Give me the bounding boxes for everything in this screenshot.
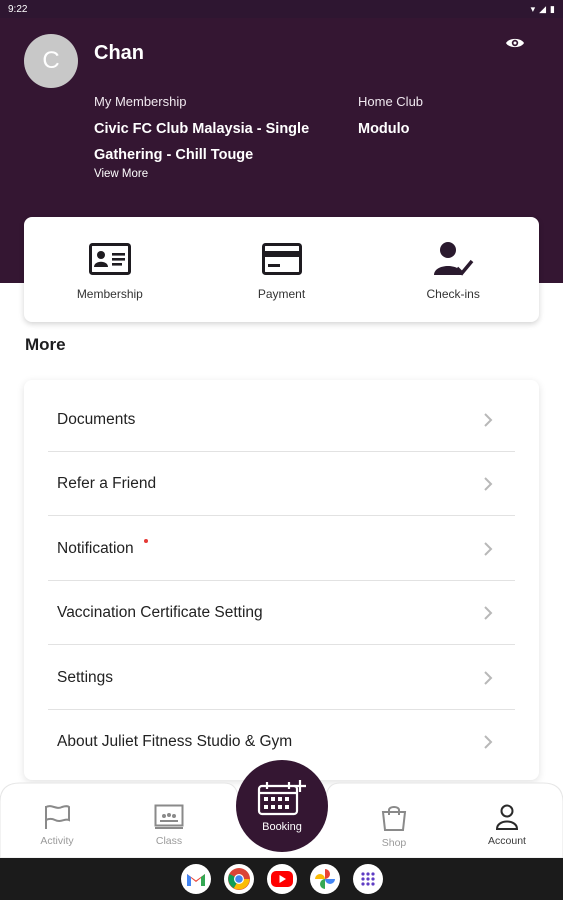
nav-activity[interactable]: Activity <box>22 804 92 847</box>
class-board-icon <box>154 804 184 829</box>
more-list-card: Documents Refer a Friend Notification Va… <box>24 380 539 780</box>
status-bar: 9:22 ▾ ◢ ▮ <box>0 0 563 18</box>
booking-button[interactable]: Booking <box>236 760 328 852</box>
gmail-icon[interactable] <box>180 864 211 894</box>
person-icon <box>495 804 519 830</box>
row-label: About Juliet Fitness Studio & Gym <box>57 733 293 750</box>
membership-label: My Membership <box>94 94 187 109</box>
more-section-title: More <box>25 335 66 354</box>
booking-label: Booking <box>262 821 302 833</box>
check-ins-label: Check-ins <box>426 287 480 301</box>
user-name: Chan <box>94 42 144 64</box>
chevron-right-icon <box>484 413 493 427</box>
notification-dot-icon <box>143 539 148 543</box>
documents-row[interactable]: Documents <box>48 388 515 452</box>
nav-label: Class <box>155 835 183 847</box>
refer-a-friend-row[interactable]: Refer a Friend <box>48 452 515 516</box>
nav-account[interactable]: Account <box>472 804 542 847</box>
nav-label: Account <box>488 835 526 847</box>
row-label: Refer a Friend <box>57 475 157 492</box>
youtube-icon[interactable] <box>266 864 297 894</box>
app-drawer-icon[interactable] <box>352 864 383 894</box>
row-label: Settings <box>57 669 114 686</box>
battery-icon: ▮ <box>550 3 555 14</box>
membership-value: Civic FC Club Malaysia - Single Gatherin… <box>94 121 310 163</box>
row-label: Notification <box>57 540 134 557</box>
system-taskbar <box>0 858 563 900</box>
chevron-right-icon <box>484 477 493 491</box>
membership-button[interactable]: Membership <box>24 217 196 322</box>
avatar[interactable]: C <box>24 34 78 88</box>
person-check-icon <box>434 242 474 276</box>
row-label: Vaccination Certificate Setting <box>57 604 263 621</box>
wifi-icon: ▾ <box>530 3 536 14</box>
chrome-icon[interactable] <box>223 864 254 894</box>
check-ins-button[interactable]: Check-ins <box>367 217 539 322</box>
settings-row[interactable]: Settings <box>48 646 515 710</box>
nav-label: Shop <box>381 837 407 849</box>
chevron-right-icon <box>484 606 493 620</box>
signal-icon: ◢ <box>539 3 547 14</box>
chevron-right-icon <box>484 735 493 749</box>
nav-label: Activity <box>40 835 74 847</box>
status-time: 9:22 <box>8 3 28 15</box>
membership-label: Membership <box>76 287 143 301</box>
chevron-right-icon <box>484 542 493 556</box>
quick-actions-card: Membership Payment Check-ins <box>24 217 539 322</box>
chevron-right-icon <box>484 671 493 685</box>
status-icons: ▾ ◢ ▮ <box>530 3 555 14</box>
flag-icon <box>45 805 70 829</box>
row-label: Documents <box>57 411 136 428</box>
shopping-bag-icon <box>381 806 407 831</box>
payment-button[interactable]: Payment <box>196 217 368 322</box>
notification-row[interactable]: Notification <box>48 517 515 581</box>
nav-shop[interactable]: Shop <box>359 804 429 849</box>
payment-label: Payment <box>257 287 306 301</box>
home-club-value: Modulo <box>358 121 410 137</box>
vaccination-certificate-row[interactable]: Vaccination Certificate Setting <box>48 581 515 645</box>
calendar-add-icon <box>257 780 306 816</box>
notification-label-wrap: Notification <box>57 539 148 558</box>
credit-card-icon <box>261 243 302 275</box>
nav-class[interactable]: Class <box>134 804 204 847</box>
view-more-link[interactable]: View More <box>94 168 148 180</box>
home-club-label: Home Club <box>358 94 424 109</box>
eye-icon[interactable] <box>505 36 525 50</box>
id-card-icon <box>88 243 131 275</box>
photos-icon[interactable] <box>309 864 340 894</box>
